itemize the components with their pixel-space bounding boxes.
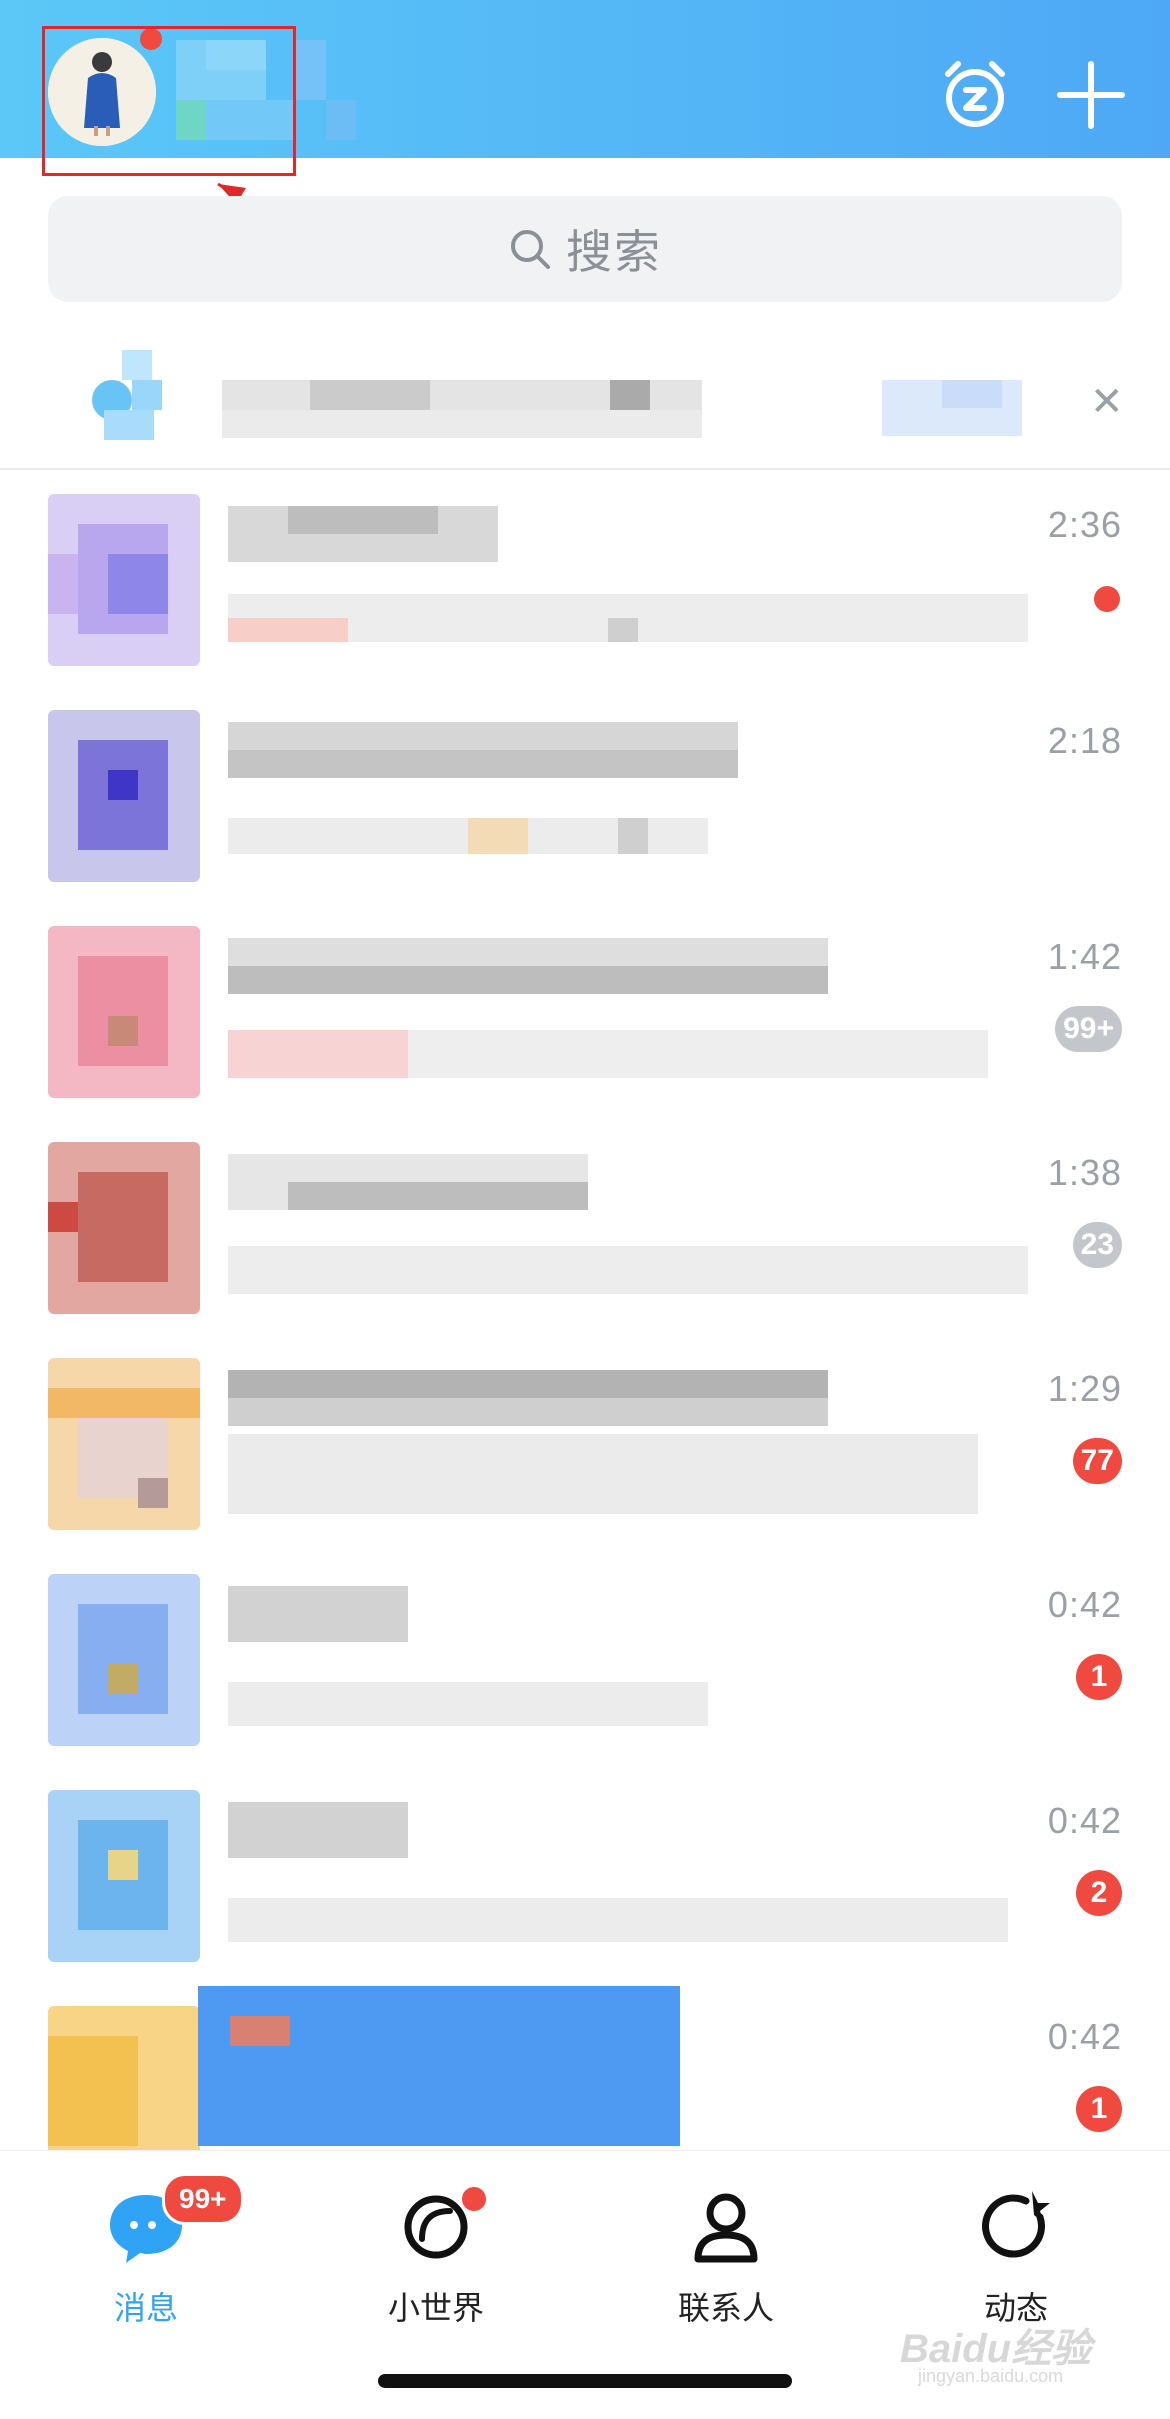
conversation-avatar <box>48 710 200 882</box>
tab-small-world[interactable]: 小世界 <box>336 2173 536 2353</box>
conversation-row[interactable]: 0:42 1 <box>0 1554 1170 1770</box>
conversation-time: 1:38 <box>1047 1152 1122 1193</box>
messages-badge: 99+ <box>162 2173 244 2225</box>
conversation-time: 0:42 <box>1047 1584 1122 1625</box>
conversation-preview <box>228 722 1058 872</box>
conversation-avatar <box>48 1142 200 1314</box>
search-icon <box>511 230 550 269</box>
alarm-clock-icon[interactable] <box>938 58 1012 132</box>
conversation-row[interactable]: 1:38 23 <box>0 1122 1170 1338</box>
conversation-time: 0:42 <box>1047 2016 1122 2057</box>
conversation-preview <box>228 506 1058 656</box>
watermark-url: jingyan.baidu.com <box>918 2366 1064 2386</box>
feed-refresh-icon <box>966 2181 1066 2271</box>
conversation-avatar <box>48 1574 200 1746</box>
unread-count-badge: 99+ <box>1055 1006 1122 1052</box>
conversation-avatar <box>48 1358 200 1530</box>
unread-count-badge: 1 <box>1076 1654 1122 1700</box>
divider <box>0 468 1170 470</box>
search-placeholder: 搜索 <box>566 225 662 279</box>
conversation-time: 2:18 <box>1047 720 1122 761</box>
home-indicator[interactable] <box>378 2374 792 2388</box>
unread-count-badge: 2 <box>1076 1870 1122 1916</box>
annotation-highlight-box <box>42 26 296 176</box>
conversation-preview <box>228 1370 1058 1520</box>
conversation-preview <box>228 938 1058 1088</box>
plus-icon[interactable] <box>1054 58 1128 132</box>
unread-count-badge: 23 <box>1072 1222 1122 1268</box>
conversation-preview <box>228 1802 1058 1952</box>
conversation-time: 0:42 <box>1047 1800 1122 1841</box>
search-bar[interactable]: 搜索 <box>48 196 1122 302</box>
notice-banner[interactable] <box>0 330 1170 468</box>
tab-label: 消息 <box>113 2289 178 2327</box>
conversation-row[interactable]: 0:42 2 <box>0 1770 1170 1986</box>
unread-count-badge: 1 <box>1076 2086 1122 2132</box>
conversation-avatar <box>48 494 200 666</box>
conversation-time: 1:42 <box>1047 936 1122 977</box>
conversation-row[interactable]: 2:36 <box>0 474 1170 690</box>
conversation-row[interactable]: 1:29 77 <box>0 1338 1170 1554</box>
conversation-row[interactable]: 2:18 <box>0 690 1170 906</box>
tab-messages[interactable]: 99+ 消息 <box>46 2173 246 2353</box>
conversation-time: 2:36 <box>1047 504 1122 545</box>
conversation-avatar <box>48 1790 200 1962</box>
tab-label: 小世界 <box>387 2289 484 2327</box>
tab-contacts[interactable]: 联系人 <box>626 2173 826 2353</box>
unread-count-badge: 77 <box>1072 1438 1122 1484</box>
close-icon[interactable]: ✕ <box>1090 382 1124 422</box>
conversation-row[interactable]: 1:42 99+ <box>0 906 1170 1122</box>
conversation-avatar <box>48 926 200 1098</box>
conversation-preview <box>228 1154 1058 1304</box>
unread-dot <box>1094 586 1120 612</box>
conversation-preview <box>228 1586 1058 1736</box>
contacts-icon <box>676 2181 776 2271</box>
blurred-image-preview <box>198 1986 680 2146</box>
conversation-time: 1:29 <box>1047 1368 1122 1409</box>
tab-label: 联系人 <box>677 2289 774 2327</box>
small-world-dot <box>462 2187 486 2211</box>
